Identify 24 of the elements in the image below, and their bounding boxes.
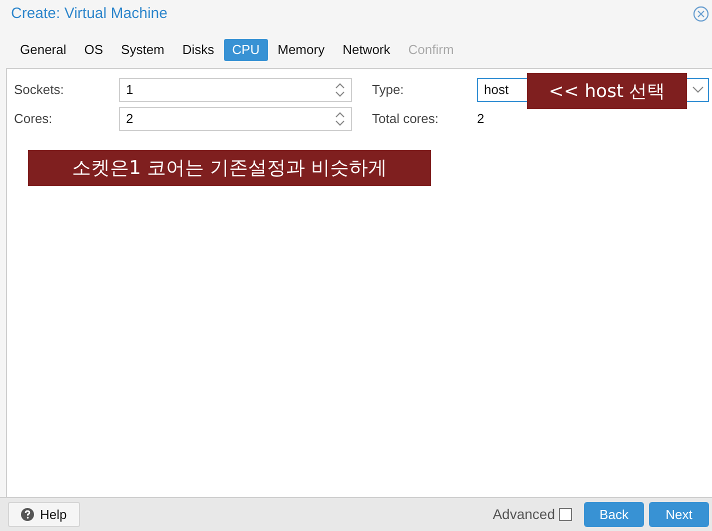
help-button[interactable]: Help — [8, 502, 80, 527]
chevron-down-icon[interactable] — [692, 86, 704, 94]
tab[interactable]: General — [12, 39, 74, 61]
advanced-checkbox[interactable] — [559, 508, 572, 521]
number-field[interactable]: 2 — [119, 107, 352, 131]
tab[interactable]: Disks — [174, 39, 222, 61]
help-icon — [21, 508, 34, 521]
close-icon[interactable] — [693, 6, 709, 22]
number-field[interactable]: 1 — [119, 78, 352, 102]
field-label: Total cores: — [372, 110, 440, 128]
tab[interactable]: System — [113, 39, 172, 61]
field-label: Type: — [372, 81, 405, 100]
annotation-label: 소켓은1 코어는 기존설정과 비슷하게 — [28, 150, 431, 186]
tab[interactable]: OS — [76, 39, 112, 61]
tab[interactable]: Network — [334, 39, 398, 61]
field-label: Sockets: — [14, 81, 65, 100]
total-cores-value: 2 — [477, 110, 484, 128]
tab[interactable]: Memory — [270, 39, 333, 61]
spinner-icon[interactable] — [335, 82, 345, 98]
annotation-tooltip: << host 선택 — [527, 73, 687, 109]
spinner-icon[interactable] — [335, 111, 345, 127]
advanced-label: Advanced — [492, 505, 555, 524]
window-title: Create: Virtual Machine — [11, 4, 168, 24]
field-label: Cores: — [14, 110, 54, 128]
